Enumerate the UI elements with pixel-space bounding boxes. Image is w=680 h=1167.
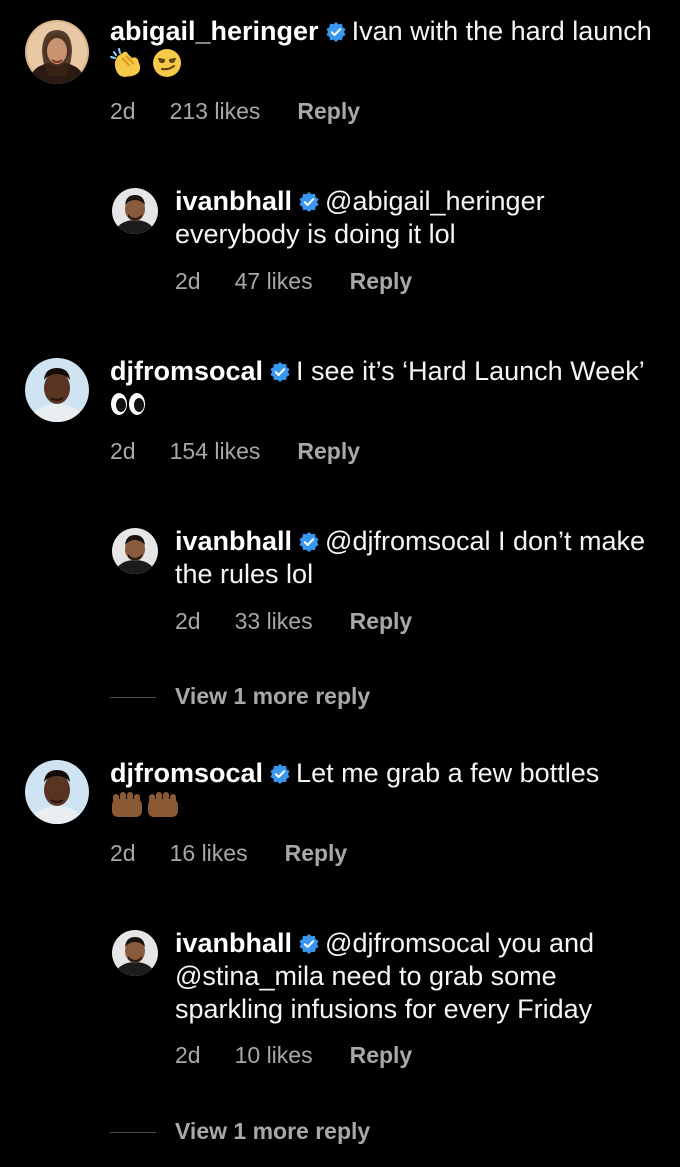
verified-badge-icon (299, 192, 319, 212)
avatar[interactable] (112, 528, 158, 574)
comment-body: djfromsocal Let me grab a few bottles (110, 757, 658, 823)
likes-count[interactable]: 33 likes (235, 608, 313, 635)
comment-body: djfromsocal I see it’s ‘Hard Launch Week’ (110, 355, 658, 421)
comment-username[interactable]: ivanbhall (175, 186, 292, 216)
reply-ivanbhall-1: ivanbhall @abigail_heringer everybody is … (0, 170, 680, 310)
comment-body: ivanbhall @djfromsocal you and @stina_mil… (175, 927, 658, 1026)
comment-time: 2d (110, 840, 136, 866)
reply-button[interactable]: Reply (297, 98, 360, 125)
smirking-face-emoji (152, 48, 182, 78)
comment-text: I see it’s ‘Hard Launch Week’ (296, 356, 644, 386)
avatar[interactable] (112, 188, 158, 234)
comment-username[interactable]: abigail_heringer (110, 16, 319, 46)
likes-count[interactable]: 213 likes (170, 98, 261, 125)
comment-body: abigail_heringer Ivan with the hard launc… (110, 15, 658, 82)
likes-count[interactable]: 47 likes (235, 268, 313, 295)
comment-username[interactable]: djfromsocal (110, 356, 263, 386)
comment-djfromsocal-2: djfromsocal Let me grab a few bottles 2d 1… (0, 742, 680, 882)
comment-time: 2d (110, 438, 136, 464)
avatar-photo (25, 358, 89, 422)
comment-username[interactable]: ivanbhall (175, 526, 292, 556)
clapping-hands-emoji (110, 48, 144, 78)
verified-badge-icon (270, 362, 290, 382)
avatar[interactable] (25, 760, 89, 824)
likes-count[interactable]: 16 likes (170, 840, 248, 867)
view-more-replies-button[interactable]: View 1 more reply (110, 683, 370, 710)
verified-badge-icon (270, 764, 290, 784)
likes-count[interactable]: 10 likes (235, 1042, 313, 1069)
verified-badge-icon (299, 934, 319, 954)
comment-abigail-heringer: abigail_heringer Ivan with the hard launc… (0, 0, 680, 140)
view-more-replies-label: View 1 more reply (175, 1118, 371, 1144)
view-more-replies-button[interactable]: View 1 more reply (110, 1118, 370, 1145)
thread-divider-line (110, 697, 156, 699)
reply-button[interactable]: Reply (350, 1042, 413, 1069)
verified-badge-icon (325, 22, 346, 42)
thread-divider-line (110, 1132, 156, 1134)
comment-text: Let me grab a few bottles (296, 758, 600, 788)
avatar[interactable] (112, 930, 158, 976)
reply-button[interactable]: Reply (297, 438, 360, 465)
avatar-photo (112, 188, 158, 234)
reply-button[interactable]: Reply (285, 840, 348, 867)
reply-button[interactable]: Reply (350, 608, 413, 635)
view-more-replies-label: View 1 more reply (175, 683, 371, 709)
comment-time: 2d (110, 98, 136, 124)
avatar[interactable] (25, 20, 89, 84)
comment-time: 2d (175, 1042, 201, 1068)
reply-ivanbhall-2: ivanbhall @djfromsocal I don’t make the r… (0, 510, 680, 650)
comment-body: ivanbhall @djfromsocal I don’t make the r… (175, 525, 658, 591)
comment-meta: 2d 47 likes Reply (175, 268, 412, 295)
verified-badge-icon (299, 532, 319, 552)
eyes-emoji (110, 391, 146, 417)
comment-meta: 2d 10 likes Reply (175, 1042, 412, 1069)
avatar-photo (25, 20, 89, 84)
avatar-photo (112, 930, 158, 976)
comment-time: 2d (175, 608, 201, 634)
reply-button[interactable]: Reply (350, 268, 413, 295)
likes-count[interactable]: 154 likes (170, 438, 261, 465)
comment-meta: 2d 154 likes Reply (110, 438, 360, 465)
avatar[interactable] (25, 358, 89, 422)
avatar-photo (25, 760, 89, 824)
comment-username[interactable]: djfromsocal (110, 758, 263, 788)
reply-ivanbhall-3: ivanbhall @djfromsocal you and @stina_mil… (0, 912, 680, 1092)
raised-fists-emoji (110, 791, 180, 819)
comment-text: Ivan with the hard launch (351, 16, 652, 46)
comment-time: 2d (175, 268, 201, 294)
comment-body: ivanbhall @abigail_heringer everybody is … (175, 185, 658, 251)
comment-meta: 2d 16 likes Reply (110, 840, 347, 867)
comment-meta: 2d 33 likes Reply (175, 608, 412, 635)
avatar-photo (112, 528, 158, 574)
comment-djfromsocal-1: djfromsocal I see it’s ‘Hard Launch Week’… (0, 340, 680, 480)
comment-username[interactable]: ivanbhall (175, 928, 292, 958)
comment-meta: 2d 213 likes Reply (110, 98, 360, 125)
